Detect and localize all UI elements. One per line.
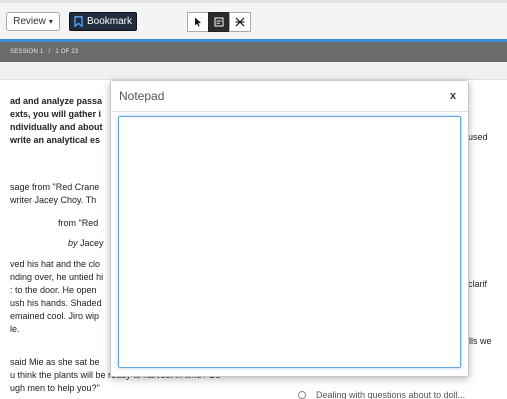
- instructions-line: write an analytical es: [10, 135, 101, 145]
- notepad-title: Notepad: [119, 89, 165, 103]
- passage-title: from "Red: [58, 218, 99, 228]
- dialog-line: ugh men to help you?": [10, 383, 100, 393]
- top-toolbar: Review ▾ Bookmark: [0, 0, 507, 40]
- session-label: SESSION 1: [10, 49, 44, 55]
- line-reader-tool-icon: [235, 17, 245, 27]
- toolbar-top-line: [0, 0, 507, 3]
- notepad-header[interactable]: Notepad x: [111, 81, 468, 112]
- session-separator: /: [48, 49, 51, 55]
- passage-author: by Jacey: [68, 237, 104, 250]
- instructions-line: ndividually and about: [10, 122, 103, 132]
- story-line: le.: [10, 324, 20, 334]
- tool-group: [187, 12, 254, 32]
- answer-option[interactable]: Dealing with questions about to doll...: [316, 390, 465, 399]
- intro-line: sage from "Red Crane: [10, 182, 100, 192]
- review-button-label: Review: [13, 16, 46, 27]
- page-indicator: 1 OF 23: [55, 49, 79, 55]
- pointer-tool-icon: [193, 17, 203, 27]
- story-line: ush his hands. Shaded: [10, 298, 102, 308]
- story-line: ved his hat and the clo: [10, 259, 101, 269]
- author-by: by: [68, 238, 78, 248]
- notepad-close-button[interactable]: x: [450, 90, 456, 102]
- story-line: emained cool. Jiro wip: [10, 311, 100, 321]
- content-header-strip: [0, 62, 507, 80]
- notepad-dialog: Notepad x: [110, 80, 469, 377]
- author-name: Jacey: [80, 238, 104, 248]
- passage-story: ved his hat and the clo nding over, he u…: [10, 258, 103, 336]
- notepad-tool-button[interactable]: [208, 12, 230, 32]
- session-bar: SESSION 1 / 1 OF 23: [0, 42, 507, 62]
- instructions-line: ad and analyze passa: [10, 96, 103, 106]
- answer-radio[interactable]: [298, 391, 306, 399]
- passage-intro: sage from "Red Crane writer Jacey Choy. …: [10, 181, 99, 207]
- story-line: nding over, he untied hi: [10, 272, 104, 282]
- bookmark-icon: [74, 16, 83, 27]
- intro-line: writer Jacey Choy. Th: [10, 195, 97, 205]
- chevron-down-icon: ▾: [48, 17, 53, 26]
- line-reader-tool-button[interactable]: [229, 12, 251, 32]
- notepad-tool-icon: [214, 17, 224, 27]
- instructions-block: ad and analyze passa exts, you will gath…: [10, 95, 103, 147]
- pointer-tool-button[interactable]: [187, 12, 209, 32]
- notepad-textarea[interactable]: [118, 116, 461, 368]
- story-line: : to the door. He open: [10, 285, 97, 295]
- review-button[interactable]: Review ▾: [6, 12, 60, 31]
- bookmark-button-label: Bookmark: [86, 16, 132, 27]
- bookmark-button[interactable]: Bookmark: [69, 12, 137, 31]
- instructions-line: exts, you will gather i: [10, 109, 102, 119]
